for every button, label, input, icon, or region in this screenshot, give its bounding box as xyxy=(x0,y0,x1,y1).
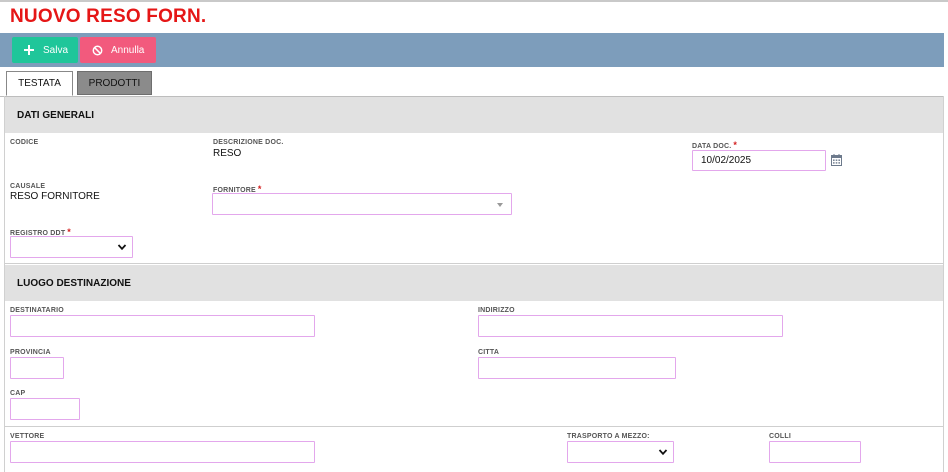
trasporto-a-mezzo-select[interactable] xyxy=(567,441,674,463)
tab-prodotti[interactable]: PRODOTTI xyxy=(77,71,152,95)
colli-input[interactable] xyxy=(769,441,861,463)
indirizzo-label: INDIRIZZO xyxy=(478,307,515,314)
calendar-icon[interactable] xyxy=(831,154,842,166)
page-title: NUOVO RESO FORN. xyxy=(10,6,207,27)
provincia-input[interactable] xyxy=(10,357,64,379)
citta-input[interactable] xyxy=(478,357,676,379)
cap-label: CAP xyxy=(10,390,26,397)
cancel-button[interactable]: Annulla xyxy=(80,37,156,63)
form-frame-right xyxy=(943,96,944,472)
codice-label: CODICE xyxy=(10,139,39,146)
destinatario-label: DESTINATARIO xyxy=(10,307,64,314)
registro-ddt-select[interactable] xyxy=(10,236,133,258)
chevron-down-icon xyxy=(658,449,668,456)
indirizzo-input[interactable] xyxy=(478,315,783,337)
save-button-label: Salva xyxy=(43,44,69,56)
vettore-label: VETTORE xyxy=(10,433,45,440)
trasporto-a-mezzo-label: TRASPORTO A MEZZO: xyxy=(567,433,650,440)
descrizione-doc-label: DESCRIZIONE DOC. xyxy=(213,139,284,146)
data-doc-label: DATA DOC. * xyxy=(692,140,738,150)
tab-bar: TESTATA PRODOTTI xyxy=(0,71,944,97)
citta-label: CITTA xyxy=(478,349,500,356)
data-doc-input[interactable]: 10/02/2025 xyxy=(692,150,826,171)
plus-icon xyxy=(23,44,35,56)
top-border xyxy=(0,0,948,2)
causale-label: CAUSALE xyxy=(10,183,46,190)
required-mark: * xyxy=(733,140,738,150)
section-header-dati-generali: DATI GENERALI xyxy=(5,97,943,133)
colli-label: COLLI xyxy=(769,433,791,440)
provincia-label: PROVINCIA xyxy=(10,349,51,356)
caret-down-icon xyxy=(497,203,503,207)
cap-input[interactable] xyxy=(10,398,80,420)
ban-icon xyxy=(91,44,103,56)
chevron-down-icon xyxy=(117,244,127,251)
fornitore-select[interactable] xyxy=(212,193,512,215)
descrizione-doc-value: RESO xyxy=(213,148,242,159)
toolbar: Salva Annulla xyxy=(0,33,944,67)
section-divider xyxy=(5,263,943,264)
causale-value: RESO FORNITORE xyxy=(10,191,100,202)
cancel-button-label: Annulla xyxy=(111,44,145,56)
vettore-input[interactable] xyxy=(10,441,315,463)
tab-testata[interactable]: TESTATA xyxy=(6,71,73,96)
destinatario-input[interactable] xyxy=(10,315,315,337)
section-divider xyxy=(5,426,943,427)
save-button[interactable]: Salva xyxy=(12,37,78,63)
section-header-luogo-destinazione: LUOGO DESTINAZIONE xyxy=(5,265,943,301)
